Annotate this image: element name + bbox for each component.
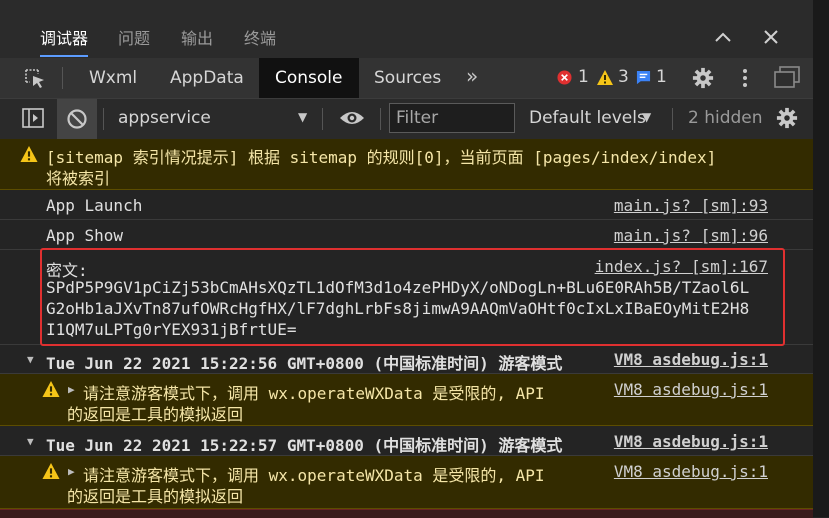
devtools-panel: 调试器 问题 输出 终端 Wxml AppData Console Source… — [0, 0, 813, 518]
console-message-warning: ▶ 请注意游客模式下，调用 wx.operateWXData 是受限的, API… — [0, 456, 813, 509]
ciphertext-line: G2oHb1aJXvTn87ufOWRcHgfHX/lF7dghLrbFs8ji… — [46, 299, 750, 318]
tab-appdata[interactable]: AppData — [170, 58, 244, 98]
console-message-warning: [sitemap 索引情况提示] 根据 sitemap 的规则[0]，当前页面 … — [0, 139, 813, 190]
dropdown-arrow-icon: ▼ — [298, 110, 308, 124]
message-text: App Launch — [46, 196, 143, 215]
ciphertext-line: I1QM7uLPTg0rYEX931jBfrtUE= — [46, 320, 297, 339]
warning-icon — [42, 463, 60, 479]
ciphertext-line: SPdP5P9GV1pCiZj53bCmAHsXQzTL1dOfM3d1o4ze… — [46, 278, 750, 297]
message-text: 的返回是工具的模拟返回 — [67, 487, 244, 506]
error-count[interactable]: 1 — [578, 67, 589, 87]
warning-icon[interactable] — [597, 70, 613, 85]
expand-triangle-icon[interactable]: ▼ — [27, 435, 34, 448]
message-text: 的返回是工具的模拟返回 — [67, 405, 244, 424]
log-levels-label: Default levels — [529, 108, 646, 128]
group-title: Tue Jun 22 2021 15:22:56 GMT+0800 (中国标准时… — [46, 354, 563, 373]
console-group-header[interactable]: ▼ Tue Jun 22 2021 15:22:57 GMT+0800 (中国标… — [0, 426, 813, 456]
tab-debugger[interactable]: 调试器 — [40, 25, 89, 57]
divider — [322, 108, 323, 130]
console-message-log: App Show main.js? [sm]:96 — [0, 220, 813, 250]
expand-arrow-icon[interactable]: ▶ — [68, 383, 75, 396]
hidden-count: 2 hidden — [688, 108, 763, 128]
source-link[interactable]: VM8 asdebug.js:1 — [614, 462, 768, 481]
divider — [672, 108, 673, 130]
source-link[interactable]: VM8 asdebug.js:1 — [614, 350, 768, 369]
console-group-header[interactable]: ▼ Tue Jun 22 2021 15:22:56 GMT+0800 (中国标… — [0, 345, 813, 374]
tab-sources[interactable]: Sources — [374, 58, 441, 98]
info-count[interactable]: 1 — [656, 67, 667, 87]
divider — [103, 108, 104, 130]
source-link[interactable]: main.js? [sm]:93 — [614, 196, 768, 215]
warning-count[interactable]: 3 — [618, 67, 629, 87]
log-levels-dropdown[interactable]: Default levels ▼ — [522, 99, 662, 139]
context-value: appservice — [118, 108, 211, 128]
message-text: App Show — [46, 226, 124, 245]
console-settings-gear-icon[interactable] — [776, 107, 798, 129]
console-message-warning: ▶ 请注意游客模式下，调用 wx.operateWXData 是受限的, API… — [0, 374, 813, 426]
tab-wxml[interactable]: Wxml — [89, 58, 137, 98]
inspect-element-icon[interactable] — [23, 67, 47, 89]
filter-input[interactable] — [390, 104, 514, 132]
settings-gear-icon[interactable] — [692, 67, 714, 89]
sidebar-toggle-icon[interactable] — [22, 108, 44, 128]
group-title: Tue Jun 22 2021 15:22:57 GMT+0800 (中国标准时… — [46, 436, 563, 455]
expand-arrow-icon[interactable]: ▶ — [68, 465, 75, 478]
tab-output[interactable]: 输出 — [181, 25, 213, 49]
warning-icon — [20, 146, 38, 162]
message-text: 将被索引 — [46, 169, 111, 188]
error-icon[interactable] — [557, 70, 572, 85]
clear-console-button[interactable] — [57, 99, 97, 139]
message-text: [sitemap 索引情况提示] 根据 sitemap 的规则[0]，当前页面 … — [46, 148, 717, 167]
tab-console[interactable]: Console — [259, 58, 359, 98]
context-selector[interactable]: appservice ▼ — [110, 99, 316, 139]
source-link[interactable]: VM8 asdebug.js:1 — [614, 432, 768, 451]
source-link[interactable]: main.js? [sm]:96 — [614, 226, 768, 245]
console-toolbar: appservice ▼ Default levels ▼ 2 hidden — [0, 99, 813, 140]
divider — [62, 67, 63, 89]
devtools-tab-bar: Wxml AppData Console Sources » 1 3 1 — [0, 58, 813, 99]
tab-problems[interactable]: 问题 — [118, 25, 150, 49]
source-link[interactable]: VM8 asdebug.js:1 — [614, 380, 768, 399]
warning-icon — [42, 381, 60, 397]
tab-terminal[interactable]: 终端 — [244, 25, 276, 49]
console-message-log: 密文: index.js? [sm]:167 SPdP5P9GV1pCiZj53… — [0, 250, 813, 345]
divider — [380, 108, 381, 130]
close-icon[interactable] — [761, 27, 781, 47]
console-message-log: App Launch main.js? [sm]:93 — [0, 190, 813, 220]
clear-console-icon — [67, 109, 87, 129]
dropdown-arrow-icon: ▼ — [642, 110, 652, 124]
expand-triangle-icon[interactable]: ▼ — [27, 353, 34, 366]
info-message-icon[interactable] — [636, 70, 651, 85]
chevron-up-icon[interactable] — [713, 27, 733, 47]
more-tabs-icon[interactable]: » — [466, 64, 478, 88]
panel-tab-bar: 调试器 问题 输出 终端 — [0, 0, 813, 58]
live-expression-eye-icon[interactable] — [339, 109, 365, 127]
more-options-icon[interactable] — [740, 67, 750, 89]
dock-side-icon[interactable] — [774, 66, 800, 88]
source-link[interactable]: index.js? [sm]:167 — [595, 257, 768, 276]
window-edge — [813, 0, 829, 517]
filter-box — [389, 103, 515, 133]
